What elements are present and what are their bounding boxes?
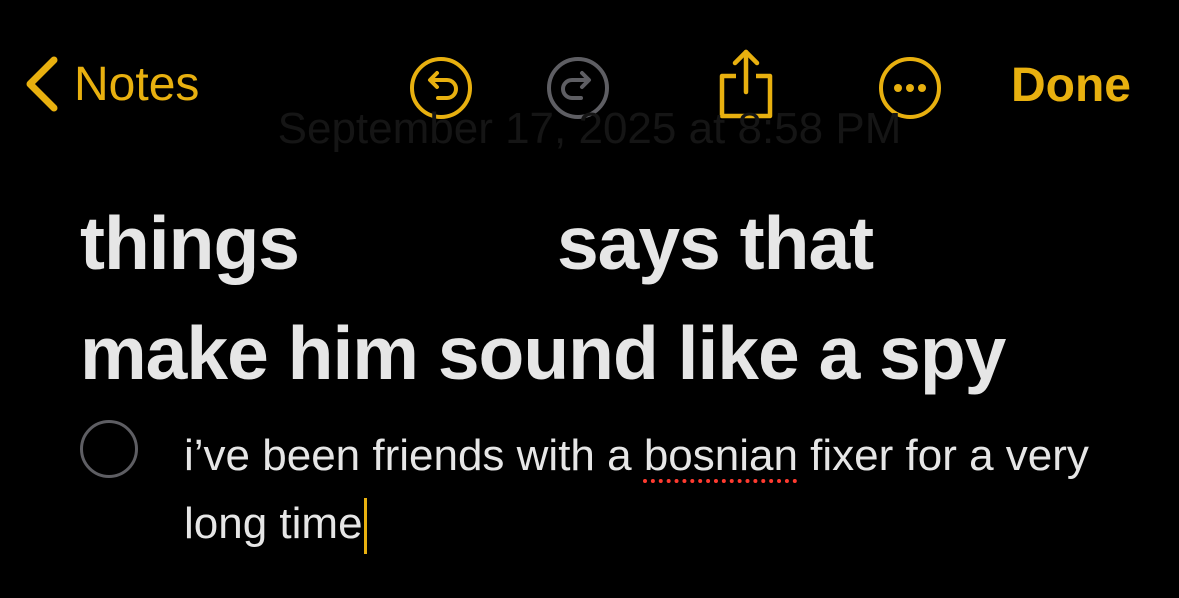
title-line-2: make him sound like a spy — [80, 311, 1006, 395]
title-line-1: things says that — [80, 188, 1140, 298]
note-title[interactable]: things says that make him sound like a sp… — [80, 188, 1140, 408]
misspelled-word[interactable]: bosnian — [644, 431, 798, 480]
title-word-things: things — [80, 201, 300, 285]
checklist-item: i’ve been friends with a bosnian fixer f… — [80, 420, 1140, 560]
title-says-that: says that — [556, 201, 874, 285]
checklist-item-text[interactable]: i’ve been friends with a bosnian fixer f… — [184, 422, 1124, 558]
checklist-text-start: i’ve been friends with a — [184, 431, 644, 480]
note-date: September 17, 2025 at 8:58 PM — [277, 104, 902, 153]
text-cursor — [363, 498, 367, 555]
checklist-checkbox[interactable] — [80, 420, 138, 478]
